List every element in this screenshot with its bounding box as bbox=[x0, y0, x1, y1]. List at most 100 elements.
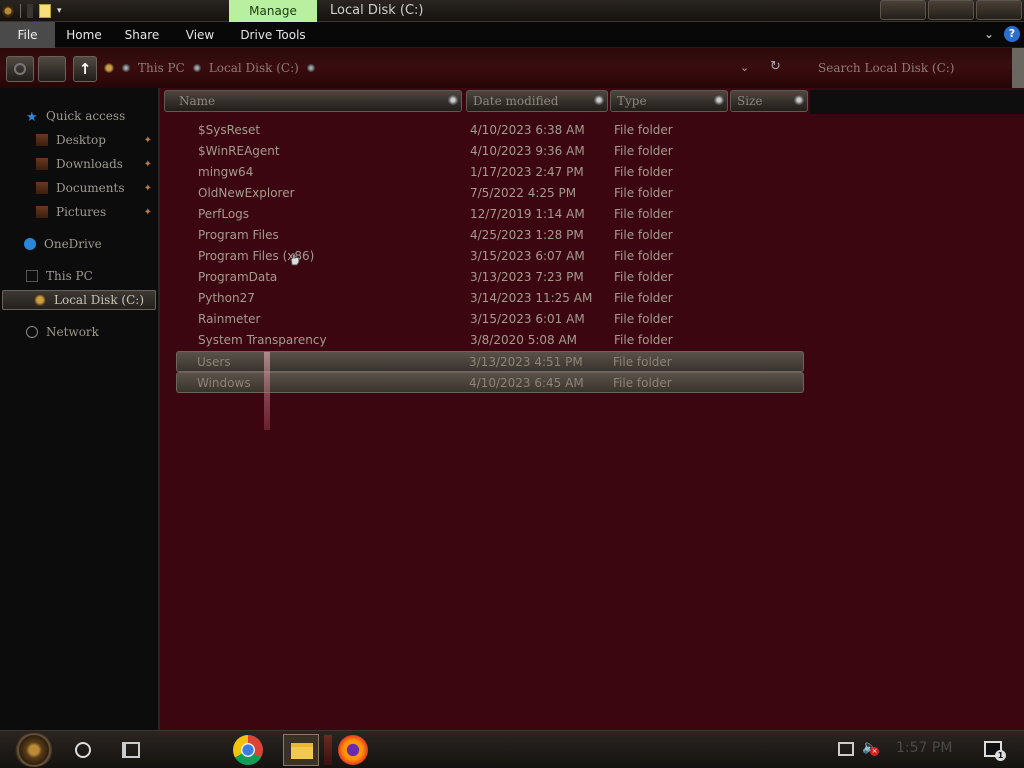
file-explorer-icon[interactable] bbox=[283, 734, 319, 766]
breadcrumb-this-pc[interactable]: This PC bbox=[138, 61, 185, 75]
nav-item-local-disk[interactable]: Local Disk (C:) bbox=[34, 290, 154, 310]
up-button[interactable]: ↑ bbox=[73, 56, 97, 82]
window-controls bbox=[880, 0, 1022, 20]
window-title: Local Disk (C:) bbox=[330, 3, 424, 18]
hand-cursor-icon bbox=[290, 253, 300, 266]
nav-item-desktop[interactable]: Desktop ✦ bbox=[36, 130, 156, 150]
chrome-icon[interactable] bbox=[233, 735, 263, 765]
cell-name: mingw64 bbox=[198, 165, 254, 179]
scrollbar[interactable] bbox=[1012, 48, 1024, 88]
nav-quick-access[interactable]: ★ Quick access bbox=[26, 106, 182, 126]
nav-label: Documents bbox=[56, 181, 125, 195]
table-row[interactable]: OldNewExplorer 7/5/2022 4:25 PM File folde… bbox=[178, 183, 802, 204]
customize-toolbar-icon[interactable]: ▾ bbox=[57, 7, 65, 16]
column-header-size[interactable]: Size bbox=[730, 90, 808, 112]
cell-name: ProgramData bbox=[198, 270, 278, 284]
refresh-icon[interactable]: ↻ bbox=[770, 59, 781, 74]
manage-contextual-tab[interactable]: Manage bbox=[229, 0, 317, 22]
nav-label: Pictures bbox=[56, 205, 107, 219]
app-gear-icon[interactable] bbox=[2, 4, 14, 18]
breadcrumb-separator-icon[interactable] bbox=[122, 64, 130, 72]
address-history-chevron-icon[interactable]: ⌄ bbox=[740, 61, 749, 74]
computer-icon bbox=[26, 270, 38, 282]
table-row[interactable]: $WinREAgent 4/10/2023 9:36 AM File folder bbox=[178, 141, 802, 162]
table-row[interactable]: ProgramData 3/13/2023 7:23 PM File folder bbox=[178, 267, 802, 288]
sort-knob-icon[interactable] bbox=[714, 95, 724, 105]
table-row[interactable]: Rainmeter 3/15/2023 6:01 AM File folder bbox=[178, 309, 802, 330]
cell-type: File folder bbox=[614, 186, 673, 200]
header-filler bbox=[810, 90, 1024, 114]
tab-share[interactable]: Share bbox=[120, 22, 164, 48]
downloads-icon bbox=[36, 158, 48, 170]
breadcrumb-separator-icon[interactable] bbox=[306, 64, 315, 72]
column-label: Type bbox=[617, 94, 647, 108]
cell-name: OldNewExplorer bbox=[198, 186, 295, 200]
breadcrumb-local-disk[interactable]: Local Disk (C:) bbox=[209, 61, 299, 75]
network-tray-icon[interactable] bbox=[838, 742, 854, 756]
cell-type: File folder bbox=[614, 207, 673, 221]
search-input[interactable]: Search Local Disk (C:) bbox=[818, 61, 955, 75]
clock[interactable]: 1:57 PM bbox=[896, 740, 952, 756]
column-header-type[interactable]: Type bbox=[610, 90, 728, 112]
cell-name: Rainmeter bbox=[198, 312, 261, 326]
tab-home[interactable]: Home bbox=[62, 22, 106, 48]
minimize-button[interactable] bbox=[880, 0, 926, 20]
breadcrumb[interactable]: This PC Local Disk (C:) bbox=[104, 61, 315, 75]
close-button[interactable] bbox=[976, 0, 1022, 20]
maximize-button[interactable] bbox=[928, 0, 974, 20]
cell-type: File folder bbox=[614, 312, 673, 326]
column-header-name[interactable]: Name bbox=[164, 90, 462, 112]
tab-view[interactable]: View bbox=[180, 22, 220, 48]
column-label: Date modified bbox=[473, 94, 559, 108]
nav-item-downloads[interactable]: Downloads ✦ bbox=[36, 154, 156, 174]
help-icon[interactable]: ? bbox=[1004, 26, 1020, 42]
column-header-date[interactable]: Date modified bbox=[466, 90, 608, 112]
table-row[interactable]: mingw64 1/17/2023 2:47 PM File folder bbox=[178, 162, 802, 183]
search-icon[interactable] bbox=[75, 742, 91, 758]
cell-type: File folder bbox=[613, 355, 672, 369]
tab-drive-tools[interactable]: Drive Tools bbox=[236, 22, 310, 48]
forward-button[interactable] bbox=[38, 56, 66, 82]
table-row[interactable]: Program Files 4/25/2023 1:28 PM File folde… bbox=[178, 225, 802, 246]
column-label: Size bbox=[737, 94, 763, 108]
nav-label: Downloads bbox=[56, 157, 123, 171]
breadcrumb-separator-icon[interactable] bbox=[192, 64, 201, 72]
ribbon-tabs: File Home Share View Drive Tools ⌄ ? bbox=[0, 22, 1024, 48]
properties-icon[interactable] bbox=[27, 4, 33, 18]
cell-date: 3/14/2023 11:25 AM bbox=[470, 291, 593, 305]
nav-label: This PC bbox=[46, 269, 93, 283]
nav-item-documents[interactable]: Documents ✦ bbox=[36, 178, 156, 198]
new-folder-icon[interactable] bbox=[39, 4, 51, 18]
back-button[interactable] bbox=[6, 56, 34, 82]
tab-file[interactable]: File bbox=[0, 22, 55, 48]
start-button[interactable] bbox=[14, 733, 54, 767]
sort-knob-icon[interactable] bbox=[594, 95, 604, 105]
task-view-icon[interactable] bbox=[122, 742, 140, 758]
nav-item-onedrive[interactable]: OneDrive bbox=[24, 234, 180, 254]
sort-knob-icon[interactable] bbox=[448, 95, 458, 105]
firefox-icon[interactable] bbox=[338, 735, 368, 765]
nav-item-network[interactable]: Network bbox=[26, 322, 182, 342]
nav-label: Desktop bbox=[56, 133, 106, 147]
table-row[interactable]: System Transparency 3/8/2020 5:08 AM File … bbox=[178, 330, 802, 351]
notification-center-icon[interactable]: 1 bbox=[984, 741, 1006, 761]
drive-icon bbox=[34, 294, 46, 306]
pin-icon: ✦ bbox=[143, 158, 152, 170]
sort-knob-icon[interactable] bbox=[794, 95, 804, 105]
table-row[interactable]: Users 3/13/2023 4:51 PM File folder bbox=[176, 351, 804, 372]
cell-date: 4/10/2023 6:38 AM bbox=[470, 123, 585, 137]
cell-date: 3/13/2023 7:23 PM bbox=[470, 270, 584, 284]
cell-type: File folder bbox=[614, 333, 673, 347]
table-row[interactable]: Python27 3/14/2023 11:25 AM File folder bbox=[178, 288, 802, 309]
table-row[interactable]: PerfLogs 12/7/2019 1:14 AM File folder bbox=[178, 204, 802, 225]
nav-label: Local Disk (C:) bbox=[54, 293, 145, 307]
column-label: Name bbox=[179, 94, 216, 108]
expand-ribbon-icon[interactable]: ⌄ bbox=[984, 27, 994, 41]
cell-date: 4/10/2023 6:45 AM bbox=[469, 376, 584, 390]
nav-label: Network bbox=[46, 325, 99, 339]
table-row[interactable]: $SysReset 4/10/2023 6:38 AM File folder bbox=[178, 120, 802, 141]
table-row[interactable]: Program Files (x86) 3/15/2023 6:07 AM File… bbox=[178, 246, 802, 267]
nav-item-pictures[interactable]: Pictures ✦ bbox=[36, 202, 156, 222]
nav-item-this-pc[interactable]: This PC bbox=[26, 266, 182, 286]
table-row[interactable]: Windows 4/10/2023 6:45 AM File folder bbox=[176, 372, 804, 393]
